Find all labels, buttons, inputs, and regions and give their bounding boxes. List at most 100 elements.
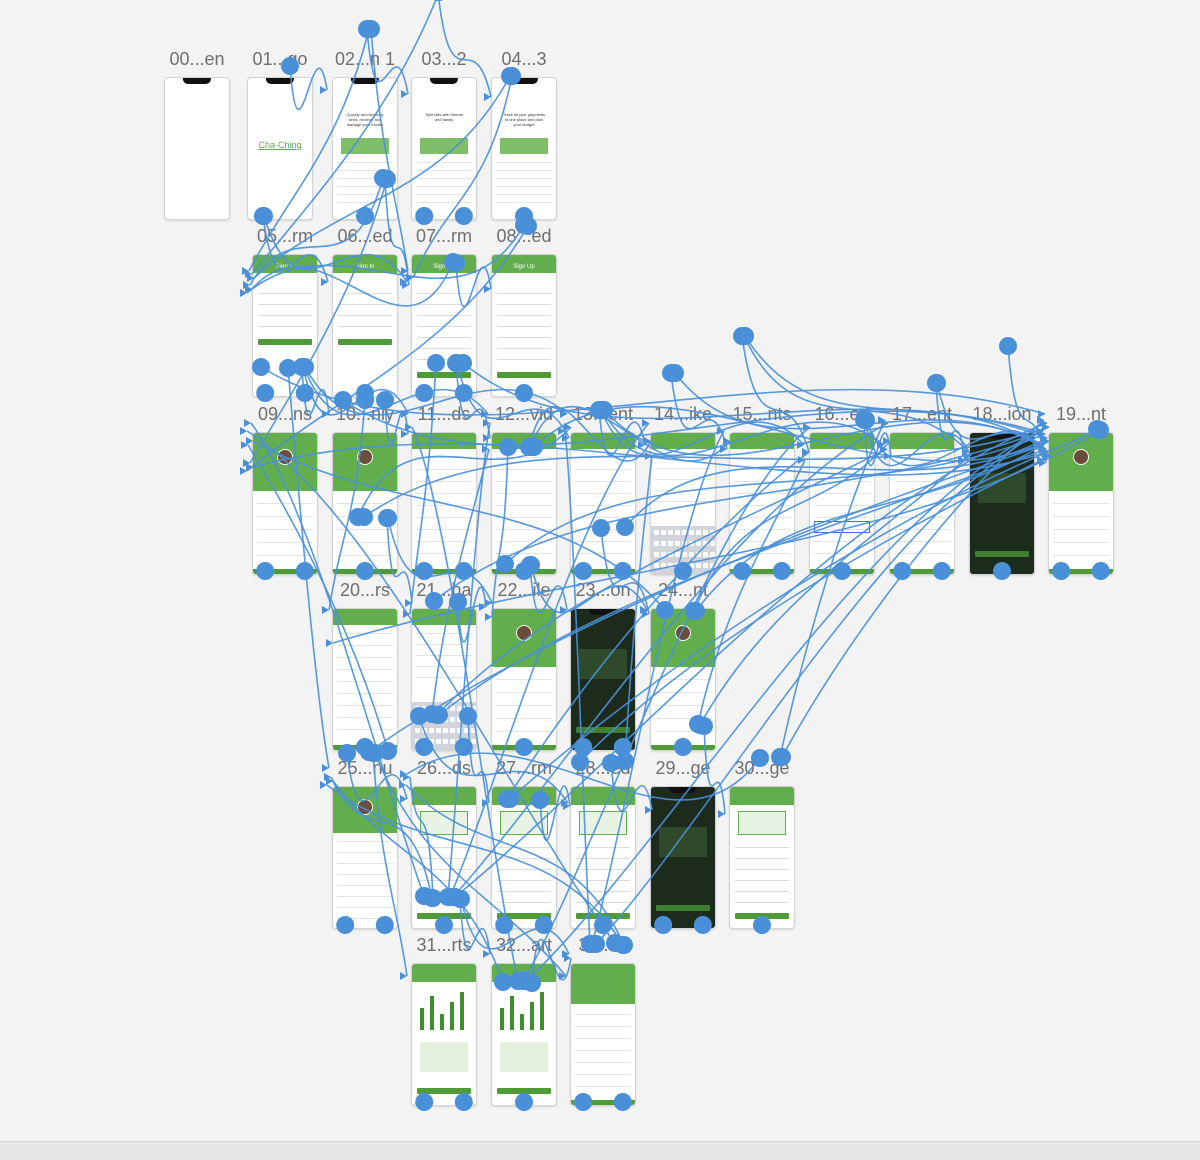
screen-label: 06...ed	[337, 226, 393, 246]
hotspot-dot[interactable]	[999, 337, 1017, 355]
screen-thumbnail-s22[interactable]	[491, 608, 557, 751]
hotspot-dot[interactable]	[927, 374, 945, 392]
arrowhead	[558, 427, 565, 435]
screen-thumbnail-s24[interactable]	[650, 608, 716, 751]
arrowhead	[240, 467, 247, 475]
list-row	[575, 481, 631, 482]
screen-thumbnail-s00[interactable]	[164, 77, 230, 220]
list-row	[416, 505, 472, 506]
list-row	[734, 493, 790, 494]
screen-thumbnail-s26[interactable]	[411, 786, 477, 929]
screen-thumbnail-s21[interactable]	[411, 608, 477, 751]
arrowhead	[1040, 434, 1047, 442]
screen-thumbnail-s29[interactable]	[650, 786, 716, 929]
screen-thumbnail-s13[interactable]	[570, 432, 636, 575]
header-bar	[412, 787, 476, 805]
screen-thumbnail-s12[interactable]	[491, 432, 557, 575]
screen-thumbnail-s19[interactable]	[1048, 432, 1114, 575]
list-row	[894, 457, 950, 458]
hotspot-dot[interactable]	[928, 374, 946, 392]
list-row	[894, 553, 950, 554]
screen-thumbnail-s04[interactable]: Track all your payments in one place and…	[491, 77, 557, 220]
screen-thumbnail-s14[interactable]	[650, 432, 716, 575]
list-row	[257, 503, 313, 504]
screen-thumbnail-s27[interactable]	[491, 786, 557, 929]
list-row	[416, 677, 472, 678]
screen-thumbnail-s09[interactable]	[252, 432, 318, 575]
arrowhead	[1039, 445, 1046, 453]
screen-thumbnail-s18[interactable]	[969, 432, 1035, 575]
hotspot-dot[interactable]	[358, 20, 376, 38]
form-field	[497, 865, 551, 870]
prototype-canvas: 00...en 01...go Cha-Ching 02...n 1 Quickly a…	[0, 0, 1200, 1160]
list-row	[575, 1062, 631, 1063]
screen-thumbnail-s28[interactable]	[570, 786, 636, 929]
screen-thumbnail-s07[interactable]: Sign Up	[411, 254, 477, 397]
screen-thumbnail-s30[interactable]	[729, 786, 795, 929]
screen-label: 29...ge	[655, 758, 711, 778]
form-field	[497, 300, 551, 305]
screen-thumbnail-s03[interactable]: Split bills with friends and family	[411, 77, 477, 220]
screen-thumbnail-s15[interactable]	[729, 432, 795, 575]
list-row	[496, 718, 552, 719]
hotspot-dot[interactable]	[666, 364, 684, 382]
screen-thumbnail-s20[interactable]	[332, 608, 398, 751]
arrowhead	[720, 445, 727, 453]
hotspot-dot[interactable]	[733, 327, 751, 345]
screen-thumbnail-s33[interactable]	[570, 963, 636, 1106]
list-row	[1053, 516, 1109, 517]
key	[422, 706, 427, 712]
arrowhead	[1039, 459, 1046, 467]
screen-thumbnail-s23[interactable]	[570, 608, 636, 751]
screen-thumbnail-s11[interactable]	[411, 432, 477, 575]
screen-thumbnail-s16[interactable]	[809, 432, 875, 575]
arrowhead	[403, 610, 410, 618]
screen-thumbnail-s17[interactable]	[889, 432, 955, 575]
key	[710, 552, 715, 558]
hotspot-dot[interactable]	[362, 20, 380, 38]
screen-label: 15...nts	[732, 404, 792, 424]
hotspot-dot[interactable]	[735, 327, 753, 345]
form-field	[497, 887, 551, 892]
form-field	[417, 355, 471, 360]
key	[682, 530, 687, 536]
form-field	[497, 333, 551, 338]
arrowhead	[243, 281, 250, 289]
header-bar	[492, 787, 556, 805]
screen-thumbnail-s25[interactable]	[332, 786, 398, 929]
arrowhead	[1041, 448, 1048, 456]
form-field	[735, 865, 789, 870]
arrowhead	[405, 423, 412, 431]
hotspot-dot[interactable]	[429, 0, 447, 1]
screen-thumbnail-s31[interactable]	[411, 963, 477, 1106]
arrowhead	[1038, 410, 1045, 418]
arrowhead	[1040, 419, 1047, 427]
canvas-footer-bar	[0, 1141, 1200, 1160]
screen-thumbnail-s06[interactable]: Sign In	[332, 254, 398, 397]
avatar	[516, 625, 532, 641]
submit-button	[417, 913, 471, 919]
hotspot-dot[interactable]	[662, 364, 680, 382]
list-row	[337, 194, 393, 195]
screen-label: 09...ns	[257, 404, 313, 424]
header-bar	[810, 433, 874, 449]
screen-thumbnail-s05[interactable]: Sign In	[252, 254, 318, 397]
hotspot-dot[interactable]	[430, 0, 448, 1]
screen-thumbnail-s08[interactable]: Sign Up	[491, 254, 557, 397]
screen-thumbnail-s10[interactable]	[332, 432, 398, 575]
list-row	[496, 553, 552, 554]
bottom-nav	[810, 569, 874, 574]
list-row	[496, 692, 552, 693]
screen-thumbnail-s01[interactable]: Cha-Ching	[247, 77, 313, 220]
screen-thumbnail-s32[interactable]	[491, 963, 557, 1106]
form-field	[576, 876, 630, 881]
list-row	[496, 178, 552, 179]
menu-item	[337, 852, 393, 853]
screen-thumbnail-s02[interactable]: Quickly and securely send, receive, and …	[332, 77, 398, 220]
hotspot-dot[interactable]	[736, 327, 754, 345]
hotspot-dot[interactable]	[360, 20, 378, 38]
screen-label: 17...ent	[891, 404, 953, 424]
form-field	[338, 289, 392, 294]
submit-button	[338, 339, 392, 345]
arrowhead	[402, 281, 409, 289]
